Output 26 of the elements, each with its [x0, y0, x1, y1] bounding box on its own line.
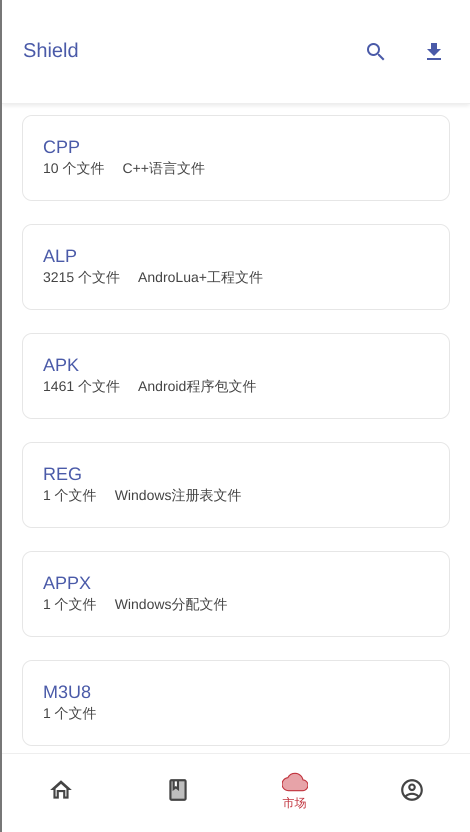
- file-type-description: C++语言文件: [122, 160, 205, 178]
- file-type-card[interactable]: REG 1 个文件 Windows注册表文件: [22, 442, 450, 528]
- file-type-name: APPX: [43, 572, 92, 594]
- file-type-name: APK: [43, 354, 80, 376]
- file-count: 1 个文件: [43, 596, 97, 614]
- file-type-name: ALP: [43, 245, 78, 267]
- file-type-name: REG: [43, 463, 82, 485]
- file-count: 1461 个文件: [43, 378, 120, 396]
- file-type-description: Android程序包文件: [138, 378, 256, 396]
- file-type-card[interactable]: M3U8 1 个文件: [22, 660, 450, 746]
- file-count: 3215 个文件: [43, 269, 120, 287]
- account-icon: [398, 777, 424, 803]
- nav-tab[interactable]: 市场: [270, 766, 320, 814]
- file-type-description: Windows注册表文件: [114, 487, 242, 505]
- file-type-name: CPP: [43, 136, 80, 158]
- file-type-card[interactable]: ALP 3215 个文件 AndroLua+工程文件: [22, 224, 450, 310]
- file-type-name: M3U8: [43, 681, 92, 703]
- file-type-card[interactable]: APPX 1 个文件 Windows分配文件: [22, 551, 450, 637]
- file-count: 10 个文件: [43, 160, 104, 178]
- file-count: 1 个文件: [43, 705, 97, 723]
- file-type-description: AndroLua+工程文件: [138, 269, 263, 287]
- file-type-card[interactable]: CPP 10 个文件 C++语言文件: [22, 115, 450, 201]
- app-title: Shield: [23, 40, 79, 63]
- file-type-card[interactable]: APK 1461 个文件 Android程序包文件: [22, 333, 450, 419]
- file-count: 1 个文件: [43, 487, 97, 505]
- file-type-description: Windows分配文件: [114, 596, 228, 614]
